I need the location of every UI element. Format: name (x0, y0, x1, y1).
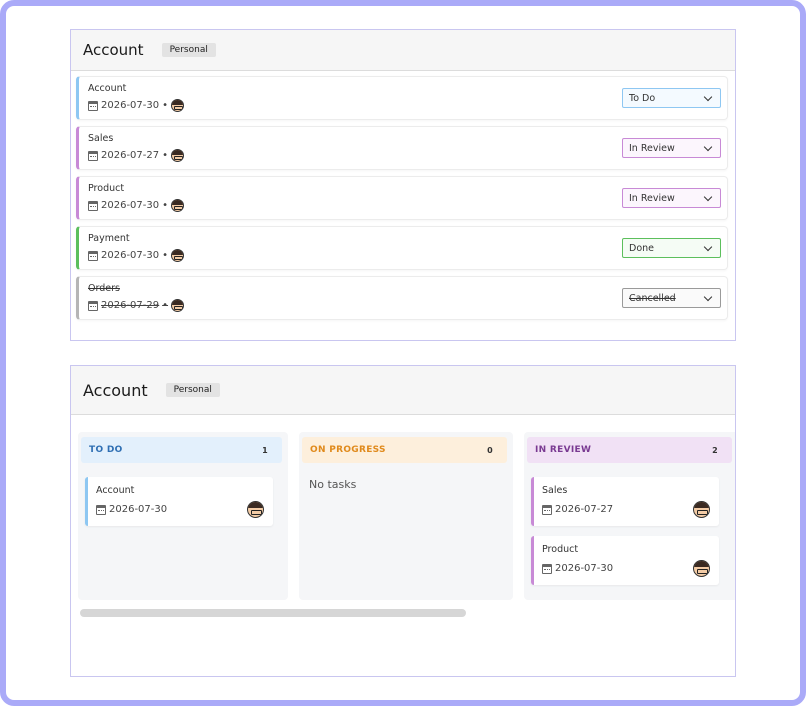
avatar-icon (171, 249, 185, 262)
page-title: Account (83, 41, 144, 59)
horizontal-scrollbar[interactable] (80, 609, 466, 617)
list-panel-header: Account Personal (71, 30, 735, 71)
status-select[interactable]: Cancelled (622, 288, 721, 308)
status-select[interactable]: In Review (622, 138, 721, 158)
task-date: 2026-07-27 (101, 150, 160, 161)
project-tag[interactable]: Personal (161, 43, 216, 57)
column-title: TO DO (89, 445, 123, 455)
avatar-icon (247, 501, 264, 518)
task-card[interactable]: Account 2026-07-30 (85, 477, 273, 526)
status-select[interactable]: To Do (622, 88, 721, 108)
card-date: 2026-07-27 (555, 504, 614, 515)
task-row[interactable]: Orders 2026-07-29 • Cancelled (76, 276, 728, 320)
chevron-down-icon (703, 292, 713, 302)
chevron-down-icon (703, 242, 713, 252)
calendar-icon (88, 100, 98, 111)
status-value: Cancelled (629, 292, 676, 304)
card-date: 2026-07-30 (109, 504, 168, 515)
task-meta: 2026-07-29 • (88, 299, 185, 312)
status-value: To Do (629, 92, 656, 104)
calendar-icon (88, 300, 98, 311)
task-row[interactable]: Product 2026-07-30 • In Review (76, 176, 728, 220)
task-row[interactable]: Account 2026-07-30 • To Do (76, 76, 728, 120)
separator: • (162, 150, 169, 161)
calendar-icon (88, 250, 98, 261)
list-panel: Account Personal Account 2026-07-30 • To… (70, 29, 736, 341)
task-date: 2026-07-29 (101, 300, 160, 311)
calendar-icon (96, 504, 106, 515)
status-value: In Review (629, 142, 675, 154)
status-value: In Review (629, 192, 675, 204)
status-select[interactable]: Done (622, 238, 721, 258)
task-row[interactable]: Sales 2026-07-27 • In Review (76, 126, 728, 170)
task-title: Product (88, 183, 125, 194)
calendar-icon (542, 504, 552, 515)
avatar-icon (693, 560, 710, 577)
separator: • (162, 100, 169, 111)
task-date: 2026-07-30 (101, 100, 160, 111)
status-value: Done (629, 242, 654, 254)
chevron-down-icon (703, 192, 713, 202)
separator: • (162, 250, 169, 261)
column-count: 0 (487, 445, 493, 455)
task-card[interactable]: Product 2026-07-30 (531, 536, 719, 585)
avatar-icon (693, 501, 710, 518)
separator: • (162, 300, 169, 311)
card-date: 2026-07-30 (555, 563, 614, 574)
card-title: Account (96, 485, 135, 496)
task-row[interactable]: Payment 2026-07-30 • Done (76, 226, 728, 270)
column-title: ON PROGRESS (310, 445, 386, 455)
avatar-icon (171, 149, 185, 162)
column-count: 1 (262, 445, 268, 455)
task-meta: 2026-07-27 • (88, 149, 185, 162)
card-meta: 2026-07-27 (542, 504, 613, 515)
board-panel-header: Account Personal (71, 366, 735, 415)
separator: • (162, 200, 169, 211)
column-header: ON PROGRESS 0 (302, 437, 507, 463)
card-meta: 2026-07-30 (96, 504, 167, 515)
task-card[interactable]: Sales 2026-07-27 (531, 477, 719, 526)
board-column-on-progress: ON PROGRESS 0 No tasks (299, 432, 513, 600)
task-title: Sales (88, 133, 114, 144)
avatar-icon (171, 199, 185, 212)
avatar-icon (171, 99, 185, 112)
column-count: 2 (712, 445, 718, 455)
task-title: Payment (88, 233, 130, 244)
project-tag[interactable]: Personal (165, 383, 220, 397)
task-title: Orders (88, 283, 120, 294)
status-select[interactable]: In Review (622, 188, 721, 208)
task-title: Account (88, 83, 127, 94)
card-title: Product (542, 544, 579, 555)
calendar-icon (542, 563, 552, 574)
board-column-in-review: IN REVIEW 2 Sales 2026-07-27 Product 202… (524, 432, 735, 600)
avatar-icon (171, 299, 185, 312)
card-title: Sales (542, 485, 568, 496)
card-meta: 2026-07-30 (542, 563, 613, 574)
task-date: 2026-07-30 (101, 250, 160, 261)
task-meta: 2026-07-30 • (88, 249, 185, 262)
column-header: TO DO 1 (81, 437, 282, 463)
empty-state-text: No tasks (309, 478, 357, 491)
chevron-down-icon (703, 92, 713, 102)
calendar-icon (88, 200, 98, 211)
calendar-icon (88, 150, 98, 161)
task-date: 2026-07-30 (101, 200, 160, 211)
column-header: IN REVIEW 2 (527, 437, 732, 463)
task-meta: 2026-07-30 • (88, 99, 185, 112)
chevron-down-icon (703, 142, 713, 152)
board-panel: Account Personal TO DO 1 Account 2026-07… (70, 365, 736, 677)
page-title: Account (83, 380, 148, 400)
column-title: IN REVIEW (535, 445, 592, 455)
board-column-todo: TO DO 1 Account 2026-07-30 (78, 432, 288, 600)
task-meta: 2026-07-30 • (88, 199, 185, 212)
